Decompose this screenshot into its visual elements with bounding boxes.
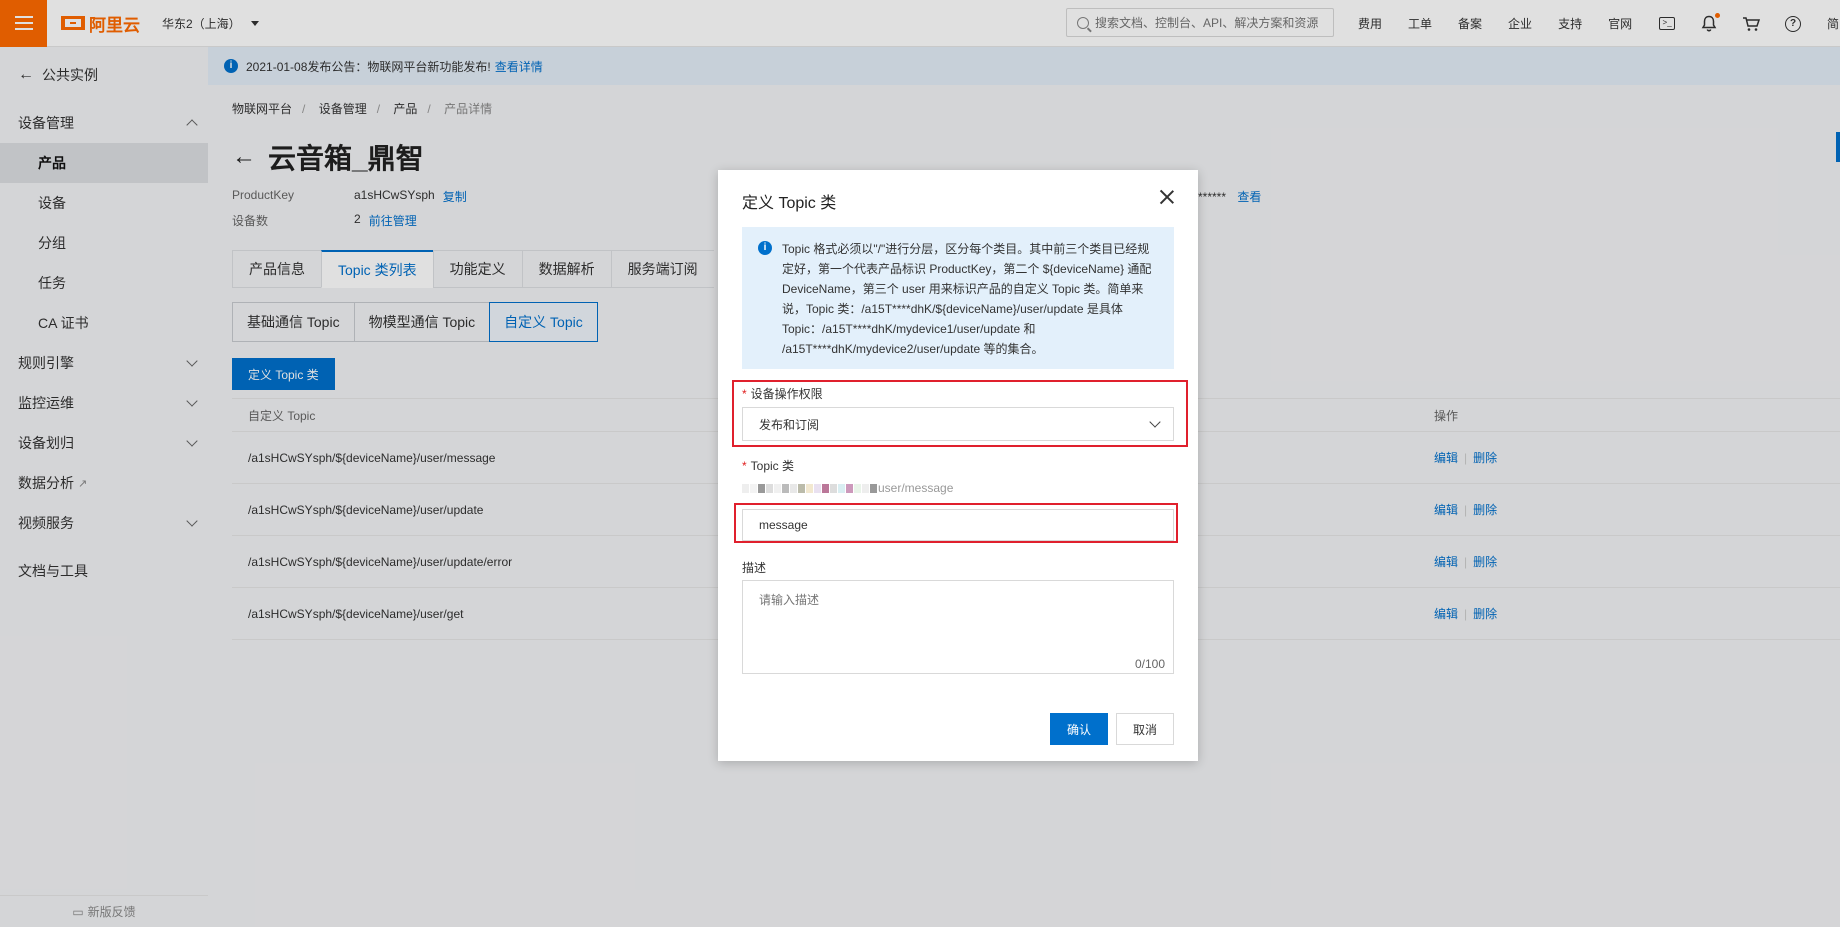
info-icon: i (758, 241, 772, 255)
description-textarea[interactable] (742, 580, 1174, 674)
description-label: 描述 (742, 561, 767, 575)
topic-label: * Topic 类 (742, 459, 795, 473)
highlight-box-topic (734, 503, 1178, 543)
topic-prefix: user/message (742, 481, 953, 495)
close-icon[interactable] (1158, 188, 1176, 206)
define-topic-dialog: 定义 Topic 类 i Topic 格式必须以"/"进行分层，区分每个类目。其… (718, 170, 1198, 761)
dialog-title: 定义 Topic 类 (742, 195, 837, 212)
cancel-button[interactable]: 取消 (1116, 713, 1174, 745)
confirm-button[interactable]: 确认 (1050, 713, 1108, 745)
topic-format-info: i Topic 格式必须以"/"进行分层，区分每个类目。其中前三个类目已经规定好… (742, 227, 1174, 369)
highlight-box-permission (732, 380, 1188, 447)
char-counter: 0/100 (1134, 657, 1165, 671)
